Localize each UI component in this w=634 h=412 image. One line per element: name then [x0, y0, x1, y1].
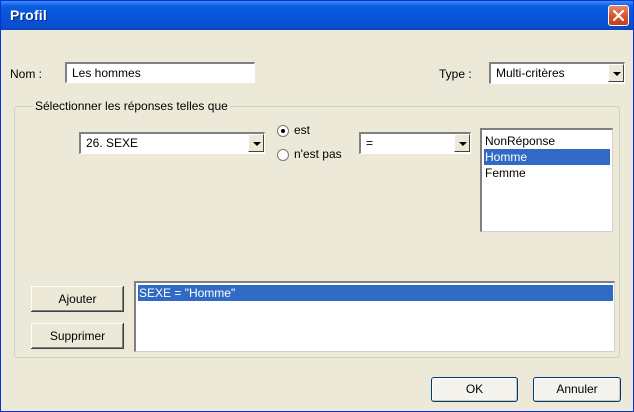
- criteria-listbox[interactable]: SEXE = "Homme": [134, 281, 615, 352]
- chevron-down-icon[interactable]: [248, 134, 264, 152]
- responses-listbox[interactable]: NonRéponse Homme Femme: [480, 128, 613, 232]
- radio-n-est-pas[interactable]: [277, 149, 289, 161]
- name-input[interactable]: Les hommes: [65, 62, 255, 83]
- add-button[interactable]: Ajouter: [31, 286, 124, 312]
- type-select[interactable]: Multi-critères: [489, 62, 625, 84]
- list-item[interactable]: SEXE = "Homme": [138, 285, 613, 301]
- radio-n-est-pas-label: n'est pas: [294, 147, 342, 161]
- groupbox-title: Sélectionner les réponses telles que: [33, 99, 230, 113]
- type-label: Type :: [439, 67, 472, 81]
- list-item[interactable]: Homme: [484, 149, 610, 165]
- window-title: Profil: [10, 7, 47, 23]
- operator-select[interactable]: =: [359, 132, 471, 154]
- list-item[interactable]: NonRéponse: [484, 133, 610, 149]
- title-bar[interactable]: Profil: [1, 1, 633, 30]
- chevron-down-icon[interactable]: [608, 64, 624, 82]
- profil-dialog: Profil Nom : Les hommes Type : Multi-cri…: [0, 0, 634, 412]
- radio-est-label: est: [294, 123, 311, 137]
- remove-button[interactable]: Supprimer: [31, 323, 124, 349]
- close-button[interactable]: [608, 5, 629, 26]
- close-icon: [613, 10, 624, 21]
- ok-button[interactable]: OK: [431, 377, 518, 402]
- radio-est[interactable]: [277, 125, 289, 137]
- name-label: Nom :: [10, 67, 43, 81]
- question-select[interactable]: 26. SEXE: [79, 132, 265, 154]
- list-item[interactable]: Femme: [484, 165, 610, 181]
- cancel-button[interactable]: Annuler: [533, 377, 621, 402]
- chevron-down-icon[interactable]: [454, 134, 470, 152]
